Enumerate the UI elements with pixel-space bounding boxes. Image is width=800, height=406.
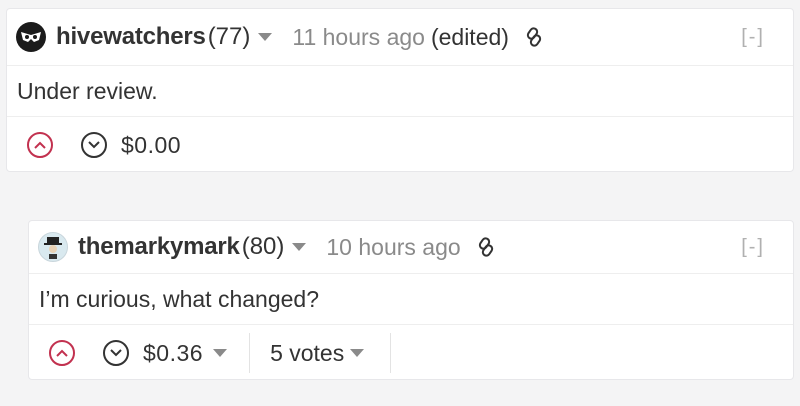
edited-label: (edited) [430, 23, 509, 50]
comment-footer: $0.36 5 votes [29, 325, 793, 381]
author-name[interactable]: themarkymark [78, 233, 240, 261]
upvote-button[interactable] [49, 340, 75, 366]
upvote-button[interactable] [27, 132, 53, 158]
comment-header: themarkymark (80) 10 hours ago [-] [29, 221, 793, 274]
link-icon[interactable] [523, 26, 545, 48]
avatar[interactable] [16, 22, 46, 52]
hat-man-icon [44, 237, 62, 259]
divider [390, 333, 392, 373]
comment-timestamp[interactable]: 10 hours ago [326, 234, 460, 261]
chevron-down-icon [88, 141, 100, 149]
author-menu-caret[interactable] [292, 243, 307, 251]
chevron-down-icon [110, 349, 122, 357]
comment-card: themarkymark (80) 10 hours ago [-] I’m c… [28, 220, 794, 380]
author-name[interactable]: hivewatchers [56, 23, 206, 51]
comment-header: hivewatchers (77) 11 hours ago (edited) … [7, 9, 793, 66]
payout-dropdown-caret[interactable] [213, 349, 228, 357]
divider [249, 333, 251, 373]
comment-text: Under review. [17, 77, 158, 104]
downvote-button[interactable] [103, 340, 129, 366]
comment-timestamp[interactable]: 11 hours ago [292, 24, 425, 51]
collapse-button[interactable]: [-] [741, 26, 765, 49]
author-reputation: (80) [241, 233, 285, 260]
owl-mask-icon [21, 32, 41, 42]
payout-value: $0.00 [121, 131, 182, 158]
author-reputation: (77) [207, 23, 251, 50]
downvote-button[interactable] [81, 132, 107, 158]
comment-card: hivewatchers (77) 11 hours ago (edited) … [6, 8, 794, 172]
chevron-up-icon [56, 349, 68, 357]
avatar[interactable] [38, 232, 68, 262]
link-icon[interactable] [475, 236, 497, 258]
votes-dropdown-caret[interactable] [350, 349, 365, 357]
collapse-button[interactable]: [-] [741, 236, 765, 259]
comment-body: I’m curious, what changed? [29, 274, 793, 325]
comment-footer: $0.00 [7, 117, 793, 173]
chevron-up-icon [34, 141, 46, 149]
votes-count[interactable]: 5 votes [270, 340, 344, 367]
comment-text: I’m curious, what changed? [39, 285, 319, 312]
comment-body: Under review. [7, 66, 793, 117]
payout-value[interactable]: $0.36 [143, 340, 203, 367]
author-menu-caret[interactable] [258, 33, 273, 41]
